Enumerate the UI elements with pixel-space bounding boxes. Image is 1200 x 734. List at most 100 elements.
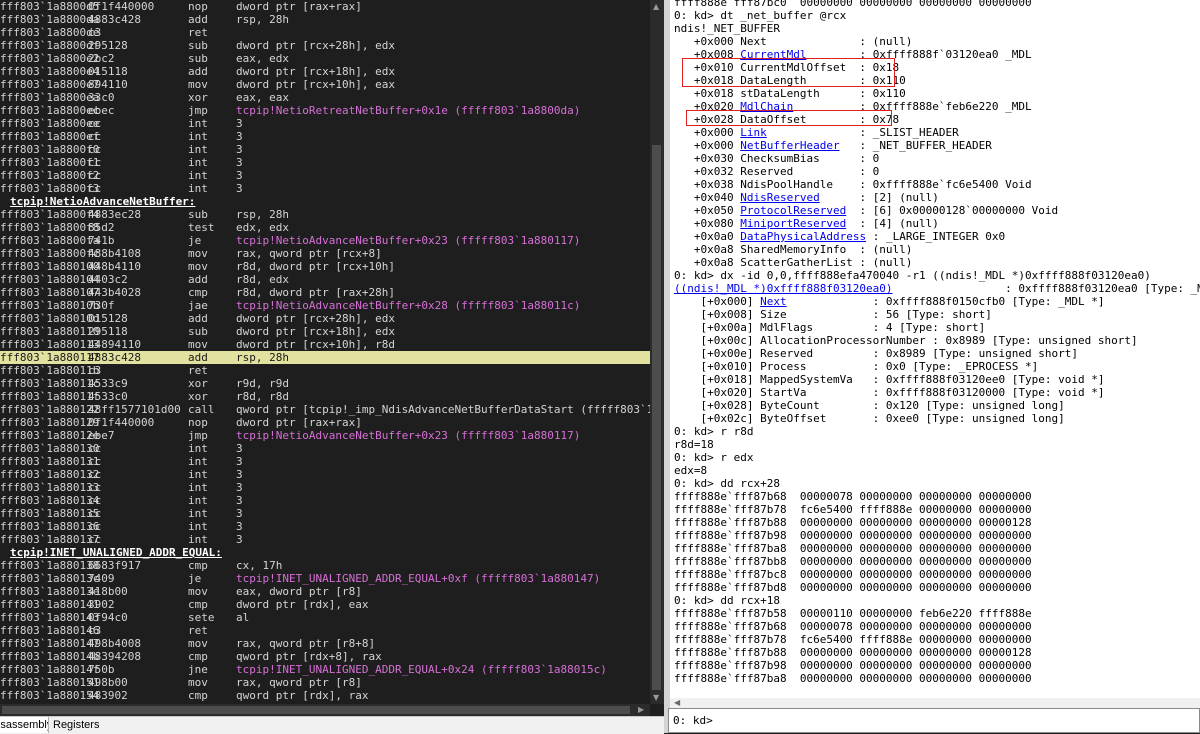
disassembly-line[interactable]: fff803`1a88014b 48394208 cmp qword ptr [rdx… — [0, 650, 664, 663]
disassembly-line[interactable]: fff803`1a8800ec ebec jmp tcpip!NetioRetreat… — [0, 104, 664, 117]
disassembly-line[interactable]: fff803`1a8800da 4883c428 add rsp, 28h — [0, 13, 664, 26]
branch-target-link[interactable]: tcpip!INET_UNALIGNED_ADDR_EQUAL+0xf (fff… — [236, 572, 600, 585]
output-line: 0: kd> dd rcx+28 — [674, 477, 1200, 490]
disassembly-line[interactable]: fff803`1a880137 cc int 3 — [0, 533, 664, 546]
disassembly-line[interactable]: fff803`1a880107 443b4028 cmp r8d, dword ptr… — [0, 286, 664, 299]
output-line: [+0x00a] MdlFlags : 4 [Type: short] — [674, 321, 1200, 334]
disassembly-line[interactable]: fff803`1a8800ee cc int 3 — [0, 117, 664, 130]
output-text: ffff888e`fff87b88 00000000 00000000 0000… — [674, 516, 1032, 529]
disassembly-line[interactable]: fff803`1a88013c 7409 je tcpip!INET_UNALIGNE… — [0, 572, 664, 585]
opcode-bytes: 015128 — [88, 312, 128, 325]
disassembly-line[interactable]: fff803`1a880129 0f1f440000 nop dword ptr [r… — [0, 416, 664, 429]
scroll-up-arrow-icon[interactable]: ▲ — [653, 2, 659, 12]
dml-link[interactable]: NetBufferHeader — [740, 139, 839, 152]
disassembly-line[interactable]: fff803`1a880104 4403c2 add r8d, edx — [0, 273, 664, 286]
output-text: : _SLIST_HEADER — [766, 126, 959, 139]
disassembly-line[interactable]: fff803`1a880143 0f94c0 sete al — [0, 611, 664, 624]
disassembly-listing[interactable]: fff803`1a8800d5 0f1f440000 nop dword ptr [r… — [0, 0, 664, 702]
disassembly-line[interactable]: fff803`1a88011b c3 ret — [0, 364, 664, 377]
disassembly-line[interactable]: fff803`1a8800de c3 ret — [0, 26, 664, 39]
disassembly-line[interactable]: fff803`1a880122 48ff1577101d00 call qword p… — [0, 403, 664, 416]
disassembly-line[interactable]: fff803`1a880134 cc int 3 — [0, 494, 664, 507]
dml-link[interactable]: Link — [740, 126, 767, 139]
branch-target-link[interactable]: tcpip!NetioAdvanceNetBuffer+0x28 (fffff8… — [236, 299, 580, 312]
output-text: : 0xffff888f0150cfb0 [Type: _MDL *] — [786, 295, 1105, 308]
dml-link[interactable]: ProtocolReserved — [740, 204, 846, 217]
disassembly-line[interactable]: fff803`1a8800f1 cc int 3 — [0, 156, 664, 169]
disassembly-line-current[interactable]: fff803`1a880117 4883c428 add rsp, 28h — [0, 351, 664, 364]
disassembly-line[interactable]: fff803`1a8800e7 894110 mov dword ptr [rcx+1… — [0, 78, 664, 91]
branch-target-link[interactable]: tcpip!NetioAdvanceNetBuffer+0x23 (fffff8… — [236, 234, 580, 247]
disassembly-line[interactable]: fff803`1a880136 cc int 3 — [0, 520, 664, 533]
disassembly-line[interactable]: fff803`1a88012e ebe7 jmp tcpip!NetioAdvance… — [0, 429, 664, 442]
disassembly-line[interactable]: fff803`1a880131 cc int 3 — [0, 455, 664, 468]
dml-link[interactable]: Next — [760, 295, 787, 308]
address: fff803`1a88011b — [0, 364, 100, 377]
disassembly-line[interactable]: fff803`1a880138 6683f917 cmp cx, 17h — [0, 559, 664, 572]
disassembly-line[interactable]: fff803`1a880146 c3 ret — [0, 624, 664, 637]
disassembly-line[interactable]: fff803`1a880132 cc int 3 — [0, 468, 664, 481]
disassembly-line[interactable]: fff803`1a8800e2 2bc2 sub eax, edx — [0, 52, 664, 65]
command-horizontal-scrollbar[interactable] — [670, 698, 1200, 708]
branch-target-link[interactable]: tcpip!NetioRetreatNetBuffer+0x1e (fffff8… — [236, 104, 580, 117]
scroll-right-arrow-icon[interactable]: ▶ — [638, 705, 644, 715]
opcode-bytes: 295128 — [88, 39, 128, 52]
function-label[interactable]: tcpip!NetioAdvanceNetBuffer: — [0, 195, 664, 208]
disassembly-line[interactable]: fff803`1a8800df 295128 sub dword ptr [rcx+2… — [0, 39, 664, 52]
mnemonic: int — [188, 130, 208, 143]
mnemonic: xor — [188, 377, 208, 390]
disassembly-line[interactable]: fff803`1a8800f2 cc int 3 — [0, 169, 664, 182]
disassembly-line[interactable]: fff803`1a88013e 418b00 mov eax, dword ptr [… — [0, 585, 664, 598]
disassembly-line[interactable]: fff803`1a880110 295118 sub dword ptr [rcx+1… — [0, 325, 664, 338]
disassembly-line[interactable]: fff803`1a8800d5 0f1f440000 nop dword ptr [r… — [0, 0, 664, 13]
dml-link[interactable]: DataPhysicalAddress — [740, 230, 866, 243]
dml-link[interactable]: ((ndis!_MDL *)0xffff888f03120ea0) — [674, 282, 893, 295]
scroll-down-arrow-icon[interactable]: ▼ — [653, 693, 659, 703]
tab-registers[interactable]: Registers — [49, 717, 103, 733]
disassembly-line[interactable]: fff803`1a880130 cc int 3 — [0, 442, 664, 455]
disassembly-line[interactable]: fff803`1a880147 498b4008 mov rax, qword ptr… — [0, 637, 664, 650]
disassembly-line[interactable]: fff803`1a88010d 015128 add dword ptr [rcx+2… — [0, 312, 664, 325]
disassembly-line[interactable]: fff803`1a88011c 4533c9 xor r9d, r9d — [0, 377, 664, 390]
branch-target-link[interactable]: tcpip!NetioAdvanceNetBuffer+0x23 (fffff8… — [236, 429, 580, 442]
disassembly-line[interactable]: fff803`1a8800ef cc int 3 — [0, 130, 664, 143]
disassembly-line[interactable]: fff803`1a880100 448b4110 mov r8d, dword ptr… — [0, 260, 664, 273]
scroll-left-arrow-icon[interactable]: ◀ — [674, 698, 680, 708]
disassembly-line[interactable]: fff803`1a8800fa 741b je tcpip!NetioAdvanceN… — [0, 234, 664, 247]
disassembly-line[interactable]: fff803`1a880113 44894110 mov dword ptr [rcx… — [0, 338, 664, 351]
address: fff803`1a8800d5 — [0, 0, 100, 13]
disassembly-line[interactable]: fff803`1a8800fc 488b4108 mov rax, qword ptr… — [0, 247, 664, 260]
branch-target-link[interactable]: tcpip!INET_UNALIGNED_ADDR_EQUAL+0x24 (ff… — [236, 663, 607, 676]
output-text: +0x040 — [674, 191, 741, 204]
function-label[interactable]: tcpip!INET_UNALIGNED_ADDR_EQUAL: — [0, 546, 664, 559]
disassembly-line[interactable]: fff803`1a8800f0 cc int 3 — [0, 143, 664, 156]
disassembly-line[interactable]: fff803`1a880154 483902 cmp qword ptr [rdx],… — [0, 689, 664, 702]
address: fff803`1a8800f0 — [0, 143, 100, 156]
tab-disassembly[interactable]: Disassembly — [0, 717, 49, 733]
disassembly-line[interactable]: fff803`1a880133 cc int 3 — [0, 481, 664, 494]
command-output-pane[interactable]: ffff888e`fff87bc0 00000000 00000000 0000… — [670, 0, 1200, 708]
opcode-bytes: 48ff1577101d00 — [88, 403, 181, 416]
command-input[interactable] — [711, 712, 1191, 728]
disassembly-line[interactable]: fff803`1a880135 cc int 3 — [0, 507, 664, 520]
disassembly-line[interactable]: fff803`1a88011f 4533c0 xor r8d, r8d — [0, 390, 664, 403]
disassembly-horizontal-scroll-thumb[interactable] — [2, 706, 630, 714]
opcode-bytes: c3 — [88, 364, 102, 377]
disassembly-line[interactable]: fff803`1a88010b 730f jae tcpip!NetioAdvance… — [0, 299, 664, 312]
disassembly-line[interactable]: fff803`1a8800f3 cc int 3 — [0, 182, 664, 195]
output-line: ndis!_NET_BUFFER — [674, 22, 1200, 35]
disassembly-pane[interactable]: fff803`1a8800d5 0f1f440000 nop dword ptr [r… — [0, 0, 664, 716]
disassembly-line[interactable]: fff803`1a8800ea 33c0 xor eax, eax — [0, 91, 664, 104]
disassembly-line[interactable]: fff803`1a8800f8 85d2 test edx, edx — [0, 221, 664, 234]
disassembly-line[interactable]: fff803`1a880141 3902 cmp dword ptr [rdx], e… — [0, 598, 664, 611]
address: fff803`1a8800df — [0, 39, 100, 52]
disassembly-vertical-scroll-thumb[interactable] — [652, 145, 661, 690]
dml-link[interactable]: MiniportReserved — [740, 217, 846, 230]
disassembly-line[interactable]: fff803`1a88014f 750b jne tcpip!INET_UNALIGN… — [0, 663, 664, 676]
highlight-box-offset-length — [682, 58, 895, 87]
disassembly-line[interactable]: fff803`1a8800f4 4883ec28 sub rsp, 28h — [0, 208, 664, 221]
output-line: 0: kd> r edx — [674, 451, 1200, 464]
disassembly-line[interactable]: fff803`1a880151 498b00 mov rax, qword ptr [… — [0, 676, 664, 689]
dml-link[interactable]: NdisReserved — [740, 191, 819, 204]
disassembly-line[interactable]: fff803`1a8800e4 015118 add dword ptr [rcx+1… — [0, 65, 664, 78]
